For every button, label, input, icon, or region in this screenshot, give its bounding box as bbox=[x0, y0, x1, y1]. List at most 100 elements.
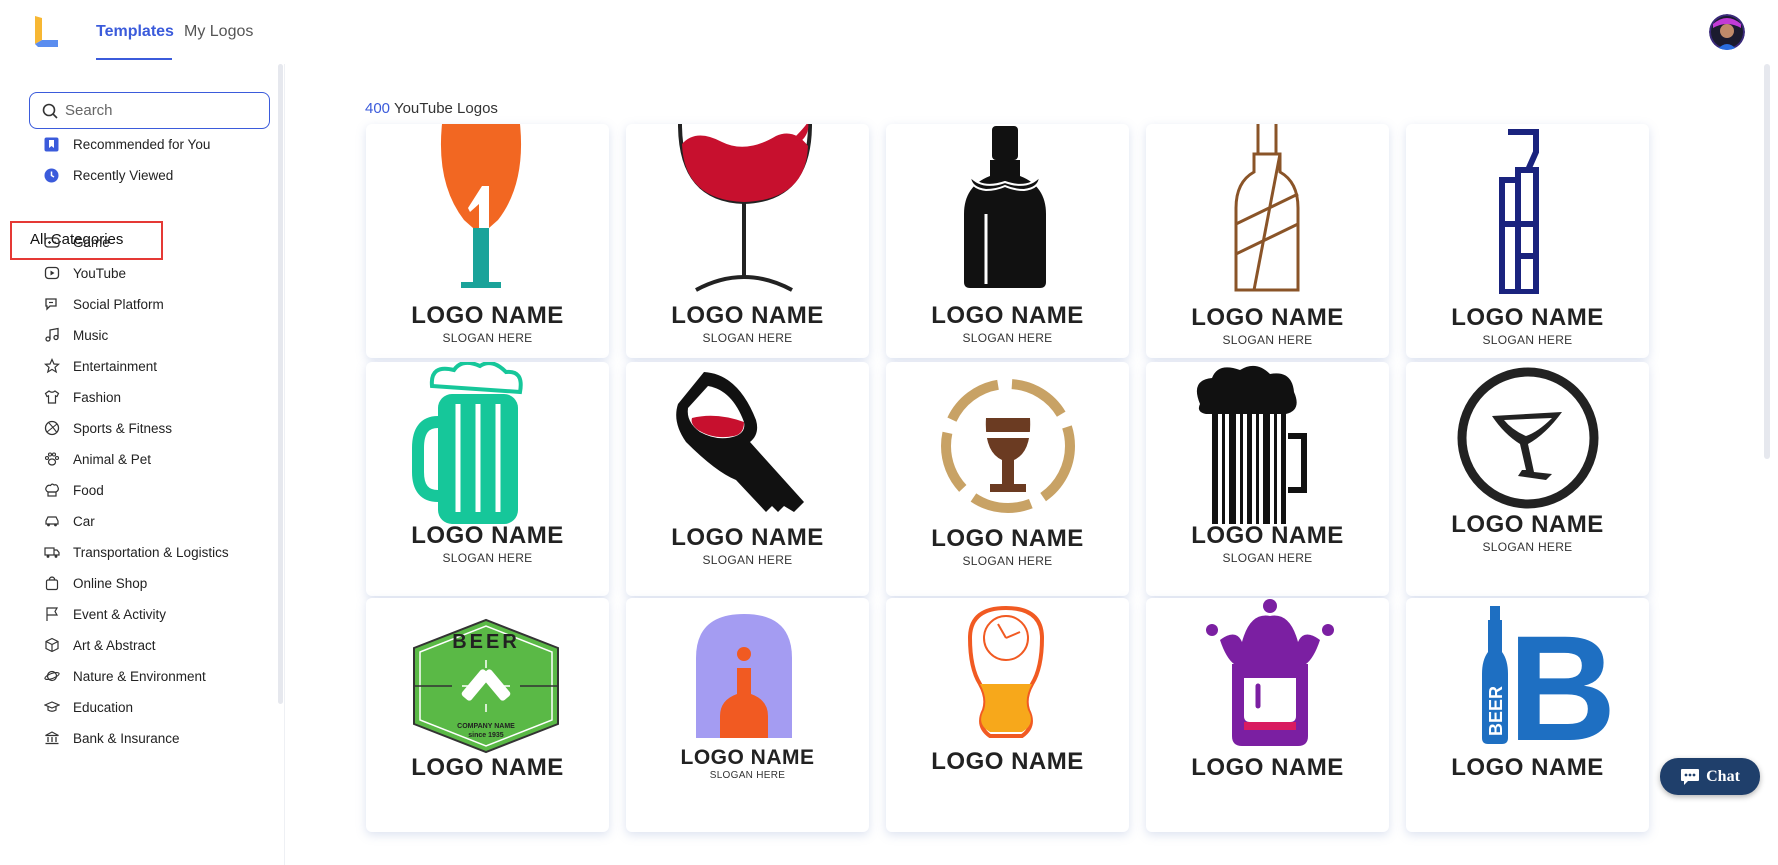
template-card[interactable]: BEER COMPANY NAME since 1935 LOGO NAME bbox=[366, 598, 609, 832]
mustache-bottle-icon bbox=[964, 126, 1046, 288]
sidebar-item-fashion[interactable]: Fashion bbox=[0, 382, 280, 412]
template-card[interactable]: LOGO NAME SLOGAN HERE bbox=[1406, 124, 1649, 358]
sidebar-item-label: Music bbox=[73, 327, 109, 343]
logo-name-text: LOGO NAME bbox=[931, 748, 1084, 775]
slogan-text: SLOGAN HERE bbox=[442, 551, 533, 565]
music-note-icon bbox=[43, 327, 60, 344]
sidebar-item-game[interactable]: Game bbox=[0, 227, 280, 257]
slogan-text: SLOGAN HERE bbox=[962, 554, 1053, 568]
cocktail-circle-icon bbox=[1457, 367, 1599, 509]
sidebar-item-label: Fashion bbox=[73, 389, 122, 405]
sidebar-item-label: Event & Activity bbox=[73, 606, 167, 622]
template-card[interactable]: LOGO NAME bbox=[886, 598, 1129, 832]
outline-bottle-icon bbox=[1234, 124, 1300, 292]
shirt-icon bbox=[43, 389, 60, 406]
sidebar-item-art-abstract[interactable]: Art & Abstract bbox=[0, 630, 280, 660]
sidebar-item-entertainment[interactable]: Entertainment bbox=[0, 351, 280, 381]
beer-badge-company: COMPANY NAME bbox=[457, 723, 515, 730]
template-card[interactable]: LOGO NAME SLOGAN HERE bbox=[886, 124, 1129, 358]
logo-name-text: LOGO NAME bbox=[671, 302, 824, 329]
beer-bottle-label: BEER bbox=[1486, 686, 1506, 736]
beer-badge-icon: BEER COMPANY NAME since 1935 bbox=[413, 618, 559, 754]
sidebar-item-event-activity[interactable]: Event & Activity bbox=[0, 599, 280, 629]
logo-name-text: LOGO NAME bbox=[1451, 304, 1604, 331]
sidebar-item-social-platform[interactable]: Social Platform bbox=[0, 289, 280, 319]
red-wine-glass-icon bbox=[678, 124, 812, 292]
paw-icon bbox=[43, 451, 60, 468]
clock-icon bbox=[43, 167, 60, 184]
sidebar-item-label: Bank & Insurance bbox=[73, 730, 180, 746]
sidebar-item-online-shop[interactable]: Online Shop bbox=[0, 568, 280, 598]
sidebar-item-music[interactable]: Music bbox=[0, 320, 280, 350]
sidebar-item-car[interactable]: Car bbox=[0, 506, 280, 536]
slogan-text: SLOGAN HERE bbox=[1482, 333, 1573, 347]
sidebar-item-youtube[interactable]: YouTube bbox=[0, 258, 280, 288]
sidebar-item-label: Animal & Pet bbox=[73, 451, 152, 467]
sidebar-item-animal-pet[interactable]: Animal & Pet bbox=[0, 444, 280, 474]
chat-button-label: Chat bbox=[1706, 767, 1740, 785]
ball-icon bbox=[43, 420, 60, 437]
sidebar-item-label: Art & Abstract bbox=[73, 637, 156, 653]
chat-button[interactable]: Chat bbox=[1660, 758, 1760, 795]
template-card[interactable]: LOGO NAME SLOGAN HERE bbox=[366, 124, 609, 358]
sidebar-item-nature-environment[interactable]: Nature & Environment bbox=[0, 661, 280, 691]
sidebar-item-label: Game bbox=[73, 234, 110, 250]
template-card[interactable]: LOGO NAME SLOGAN HERE bbox=[626, 124, 869, 358]
slogan-text: SLOGAN HERE bbox=[962, 331, 1053, 345]
search-icon bbox=[42, 103, 58, 119]
sidebar-item-recommended[interactable]: Recommended for You bbox=[0, 129, 280, 159]
sidebar-item-label: YouTube bbox=[73, 265, 127, 281]
chat-bubble-icon bbox=[1681, 768, 1700, 785]
template-card[interactable]: LOGO NAME SLOGAN HERE bbox=[886, 362, 1129, 596]
slogan-text: SLOGAN HERE bbox=[702, 331, 793, 345]
planet-icon bbox=[43, 668, 60, 685]
template-card[interactable]: LOGO NAME SLOGAN HERE bbox=[1146, 124, 1389, 358]
template-card[interactable]: LOGO NAME SLOGAN HERE bbox=[1146, 362, 1389, 596]
sidebar-item-transportation-logistics[interactable]: Transportation & Logistics bbox=[0, 537, 280, 567]
brand-logo-icon[interactable] bbox=[32, 14, 62, 50]
search-box[interactable] bbox=[29, 92, 270, 129]
logo-name-text: LOGO NAME bbox=[411, 522, 564, 549]
bookmark-icon bbox=[43, 136, 60, 153]
template-card[interactable]: LOGO NAME SLOGAN HERE bbox=[626, 598, 869, 832]
template-card[interactable]: LOGO NAME SLOGAN HERE bbox=[366, 362, 609, 596]
star-icon bbox=[43, 358, 60, 375]
sidebar-item-label: Nature & Environment bbox=[73, 668, 206, 684]
bag-icon bbox=[43, 575, 60, 592]
slogan-text: SLOGAN HERE bbox=[702, 553, 793, 567]
user-avatar[interactable] bbox=[1709, 14, 1745, 50]
logo-name-text: LOGO NAME bbox=[680, 746, 815, 769]
sidebar: Recommended for You Recently Viewed All … bbox=[0, 64, 285, 865]
results-count-number: 400 bbox=[365, 100, 391, 117]
sidebar-item-label: Sports & Fitness bbox=[73, 420, 173, 436]
sidebar-item-sports-fitness[interactable]: Sports & Fitness bbox=[0, 413, 280, 443]
sidebar-item-food[interactable]: Food bbox=[0, 475, 280, 505]
sidebar-item-label: Car bbox=[73, 513, 95, 529]
graduation-cap-icon bbox=[43, 699, 60, 716]
sidebar-item-education[interactable]: Education bbox=[0, 692, 280, 722]
template-card[interactable]: BEER B LOGO NAME bbox=[1406, 598, 1649, 832]
results-count-label: YouTube Logos bbox=[393, 100, 498, 117]
template-card[interactable]: LOGO NAME SLOGAN HERE bbox=[626, 362, 869, 596]
sidebar-item-label: Education bbox=[73, 699, 134, 715]
gamepad-icon bbox=[43, 234, 60, 251]
template-card[interactable]: LOGO NAME bbox=[1146, 598, 1389, 832]
tab-templates[interactable]: Templates bbox=[96, 0, 174, 60]
sidebar-item-recently-viewed[interactable]: Recently Viewed bbox=[0, 160, 280, 190]
logo-name-text: LOGO NAME bbox=[931, 525, 1084, 552]
slogan-text: SLOGAN HERE bbox=[442, 331, 533, 345]
chat-bubbles-icon bbox=[43, 296, 60, 313]
sidebar-item-label: Food bbox=[73, 482, 104, 498]
search-input[interactable] bbox=[65, 102, 245, 119]
goblet-circle-icon bbox=[941, 379, 1075, 513]
tab-my-logos[interactable]: My Logos bbox=[184, 0, 253, 60]
truck-icon bbox=[43, 544, 60, 561]
template-card[interactable]: LOGO NAME SLOGAN HERE bbox=[1406, 362, 1649, 596]
sidebar-item-label: Recently Viewed bbox=[73, 167, 174, 183]
slogan-text: SLOGAN HERE bbox=[1222, 333, 1313, 347]
bank-icon bbox=[43, 730, 60, 747]
sidebar-item-bank-insurance[interactable]: Bank & Insurance bbox=[0, 723, 280, 753]
beer-bottle-b-icon: BEER B bbox=[1482, 604, 1616, 768]
main-scrollbar[interactable] bbox=[1764, 64, 1770, 459]
results-count: 400 YouTube Logos bbox=[365, 100, 498, 117]
